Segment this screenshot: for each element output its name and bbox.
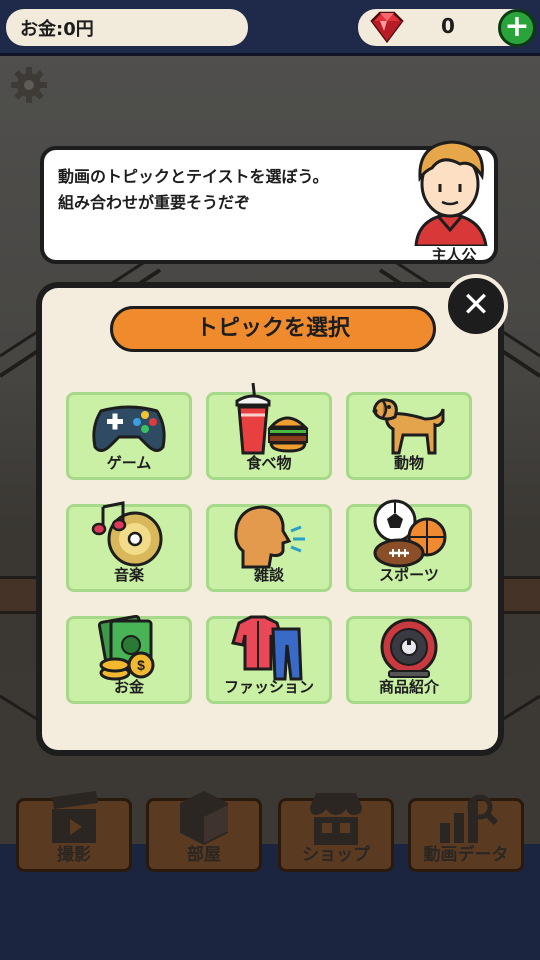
clapperboard-icon (19, 789, 129, 847)
shop-icon (281, 789, 391, 847)
topic-grid: ゲーム 食べ物 動物 音楽 雑談 スポーツ $ お金 ファッション 商品紹介 (66, 382, 472, 704)
topic-music-button[interactable]: 音楽 (66, 501, 192, 592)
ruby-icon (366, 11, 408, 47)
robot-vacuum-icon (349, 605, 469, 681)
topic-animal-button[interactable]: 動物 (346, 392, 472, 480)
analytics-icon (411, 789, 521, 847)
topic-label: 音楽 (113, 566, 144, 584)
nav-video-data-button[interactable]: 動画データ (408, 794, 524, 872)
topic-label: 商品紹介 (378, 678, 439, 696)
speech-text: 動画のトピックとテイストを選ぼう。 組み合わせが重要そうだぞ (58, 167, 329, 212)
sports-balls-icon (349, 493, 469, 569)
gem-count: 0 (441, 14, 455, 38)
food-icon (209, 381, 329, 457)
svg-text:$: $ (137, 657, 145, 673)
topic-label: 動物 (393, 454, 424, 472)
topic-food-button[interactable]: 食べ物 (206, 382, 332, 480)
topic-label: スポーツ (379, 566, 439, 584)
topic-game-button[interactable]: ゲーム (66, 392, 192, 480)
topic-label: 雑談 (253, 566, 284, 584)
topic-label: お金 (113, 678, 144, 696)
nav-label: 撮影 (57, 845, 91, 865)
nav-label: 部屋 (187, 845, 221, 865)
modal-panel: トピックを選択 ゲーム 食べ物 動物 音楽 雑談 スポーツ $ お金 ファッショ… (42, 288, 498, 750)
add-gems-button[interactable]: + (498, 9, 536, 47)
topic-select-modal: トピックを選択 ゲーム 食べ物 動物 音楽 雑談 スポーツ $ お金 ファッショ… (36, 282, 504, 756)
money-label: お金:0円 (20, 18, 94, 40)
topic-label: ゲーム (106, 454, 152, 472)
dog-icon (349, 381, 469, 457)
nav-label: 動画データ (423, 845, 509, 865)
money-icon: $ (69, 605, 189, 681)
close-button[interactable]: ✕ (444, 274, 508, 338)
music-icon (69, 493, 189, 569)
nav-filming-button[interactable]: 撮影 (16, 791, 132, 872)
topic-product-button[interactable]: 商品紹介 (346, 616, 472, 704)
money-display: お金:0円 (6, 9, 248, 46)
topic-sports-button[interactable]: スポーツ (346, 499, 472, 592)
room-icon (149, 789, 259, 847)
top-bar: お金:0円 0 + (0, 0, 540, 56)
topic-money-button[interactable]: $ お金 (66, 615, 192, 704)
character-avatar (402, 134, 500, 250)
character-name: 主人公 (431, 246, 477, 264)
topic-fashion-button[interactable]: ファッション (206, 615, 332, 704)
gear-icon[interactable] (10, 66, 48, 108)
clothes-icon (209, 605, 329, 681)
gamepad-icon (69, 381, 189, 457)
topic-talk-button[interactable]: 雑談 (206, 504, 332, 592)
nav-shop-button[interactable]: ショップ (278, 793, 394, 872)
topic-label: 食べ物 (246, 454, 292, 472)
nav-label: ショップ (302, 845, 370, 865)
nav-room-button[interactable]: 部屋 (146, 791, 262, 872)
talk-icon (209, 493, 329, 569)
topic-label: ファッション (223, 678, 314, 696)
modal-title: トピックを選択 (110, 306, 436, 352)
